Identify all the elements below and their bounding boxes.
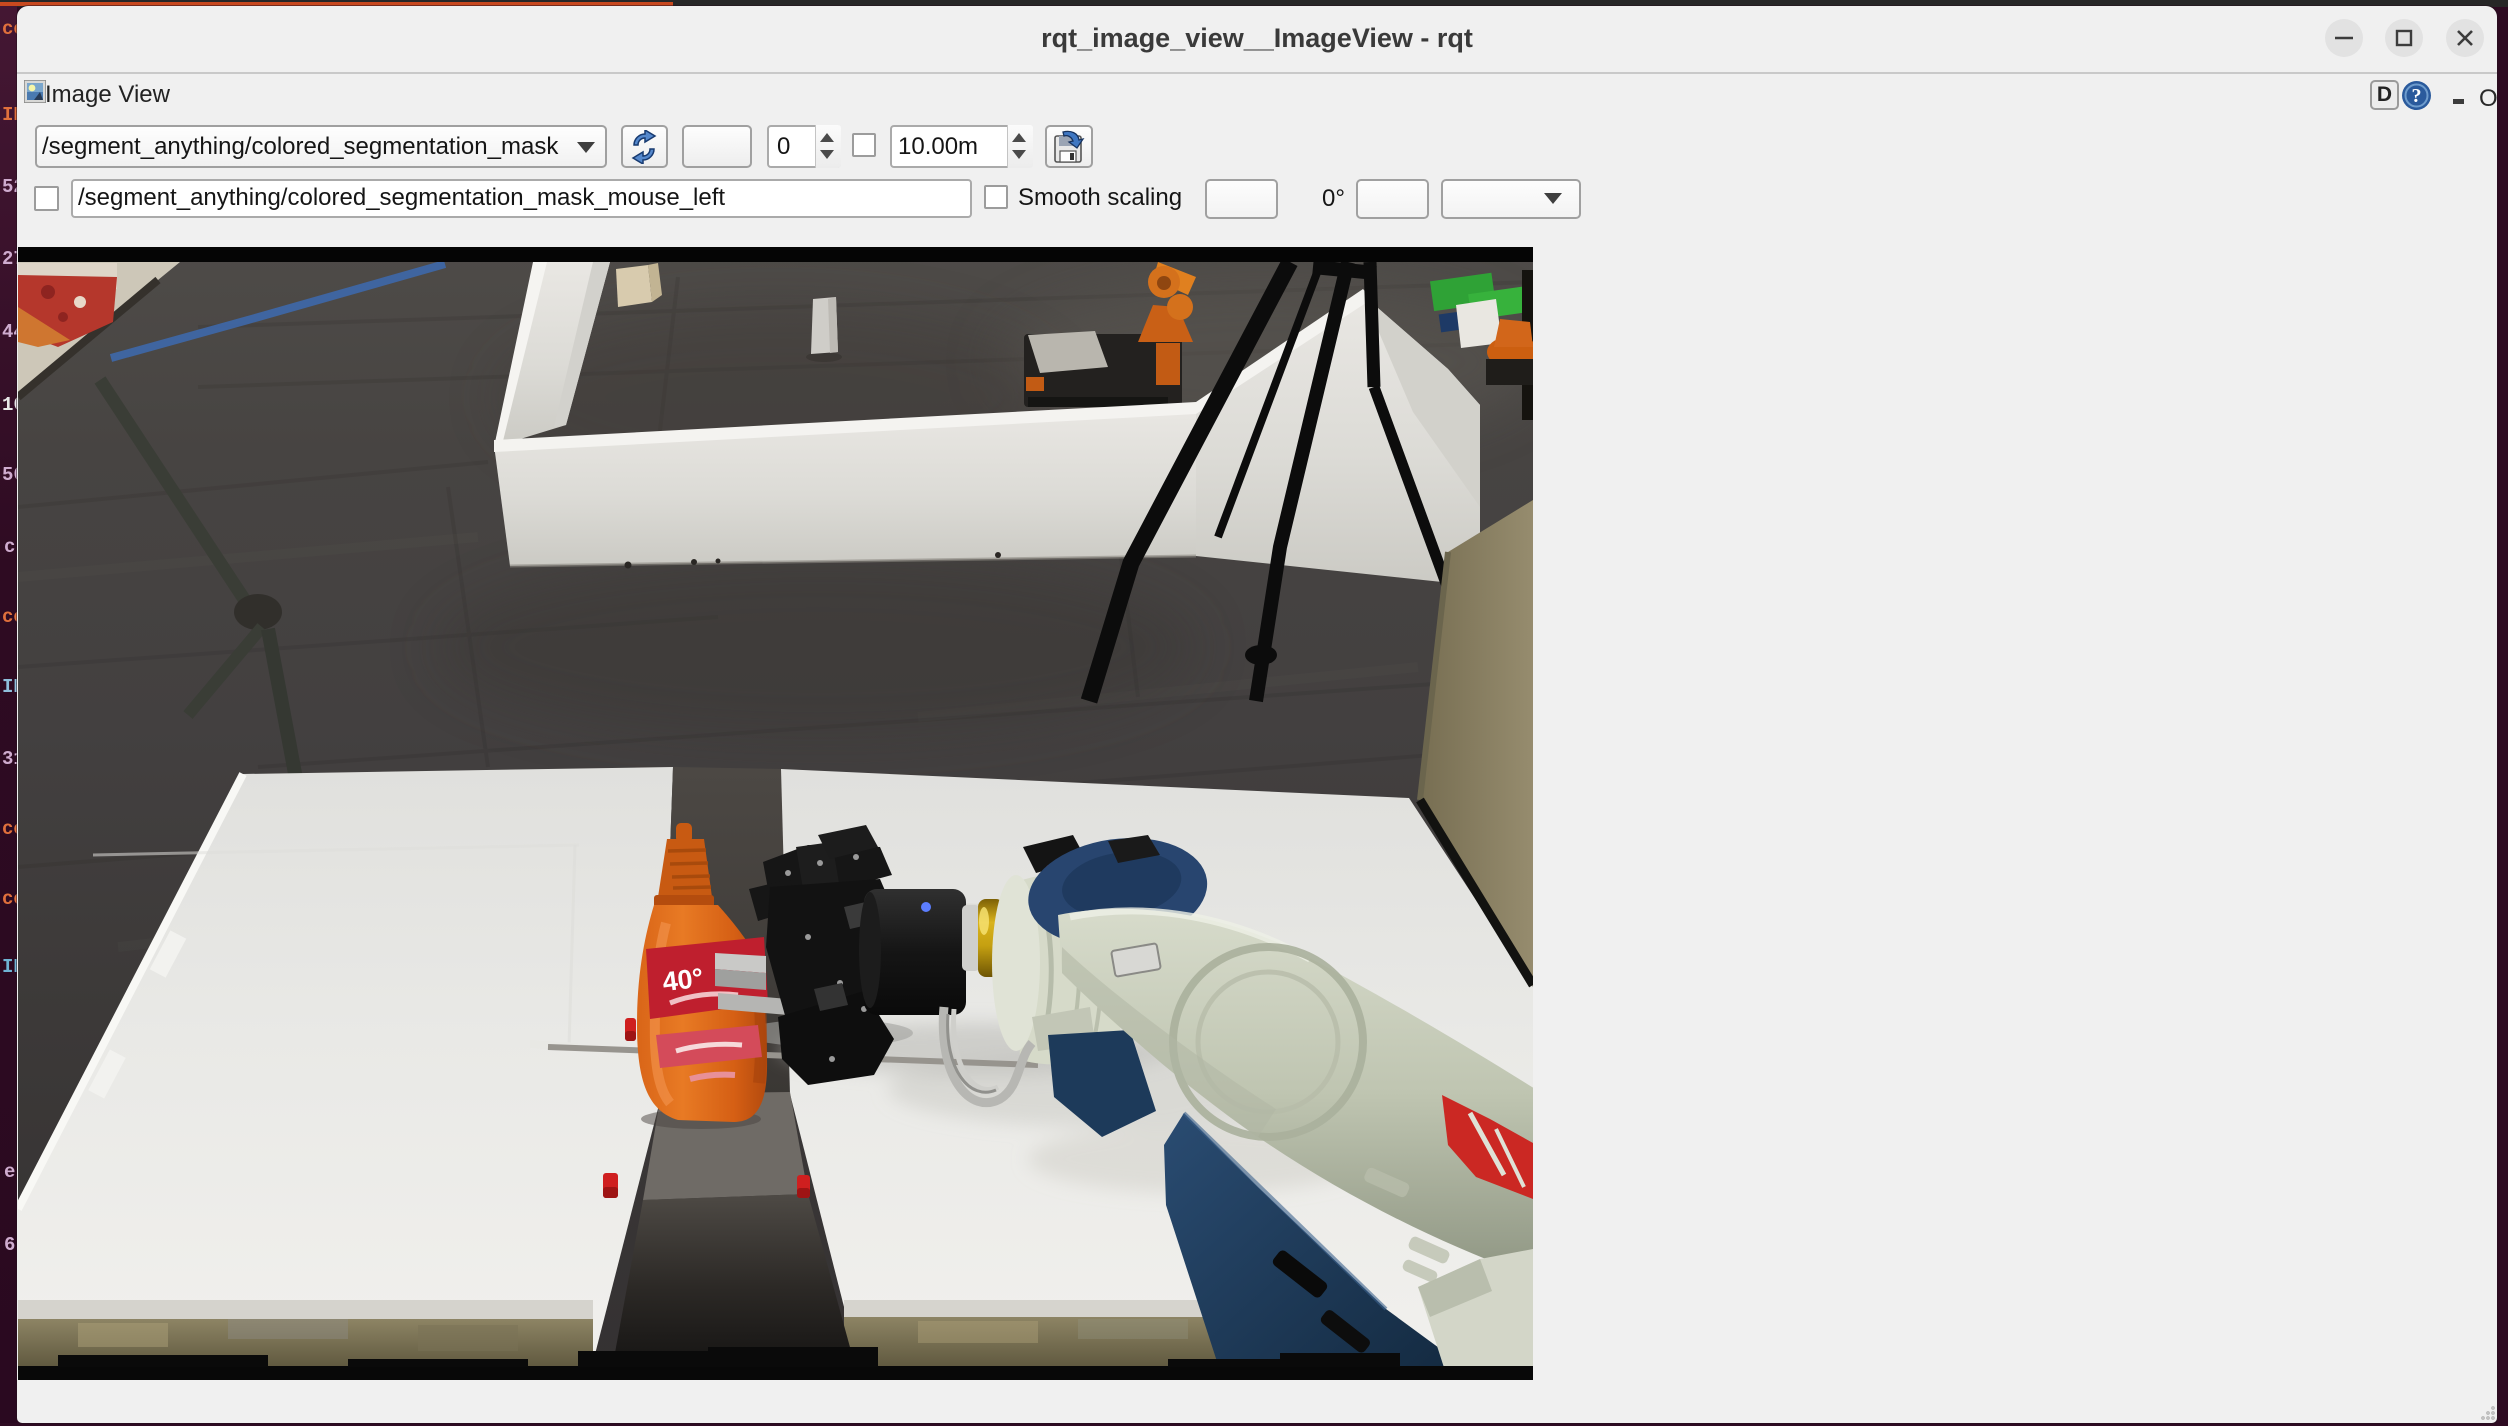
svg-text:40°: 40° (661, 962, 705, 997)
svg-text:?: ? (2412, 85, 2422, 107)
